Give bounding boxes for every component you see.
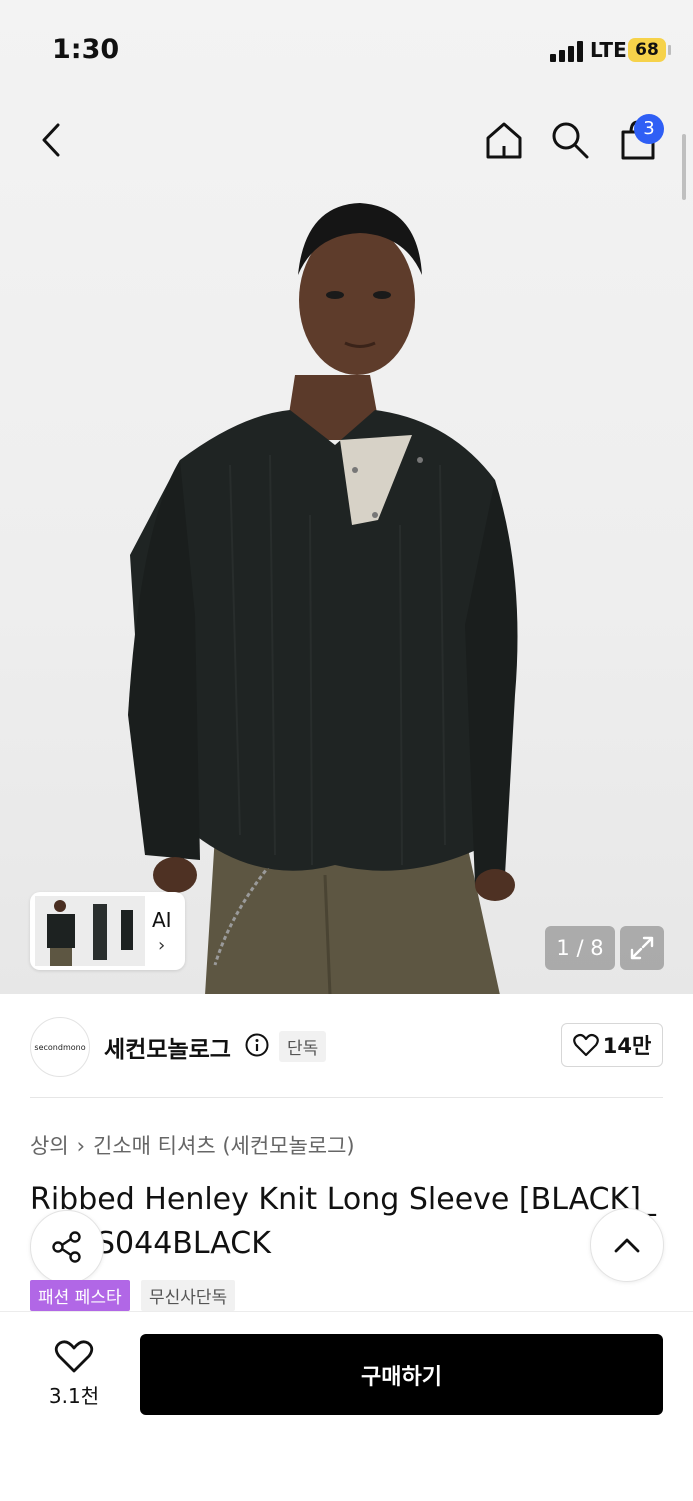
ai-styling-thumbnail[interactable]: AI › [30,892,185,970]
buy-button[interactable]: 구매하기 [140,1334,663,1415]
expand-button[interactable] [620,926,664,970]
brand-like-button[interactable]: 14만 [561,1023,663,1067]
scroll-indicator [682,134,686,200]
info-icon[interactable] [245,1033,269,1057]
breadcrumb: 상의 › 긴소매 티셔츠 (세컨모놀로그) [30,1130,355,1160]
share-button[interactable] [30,1210,104,1284]
product-title-line1: Ribbed Henley Knit Long Sleeve [BLACK]_ [30,1182,656,1217]
scroll-to-top-button[interactable] [590,1208,664,1282]
cart-count-badge: 3 [634,114,664,144]
heart-icon [572,1033,599,1057]
status-time: 1:30 [52,34,120,65]
search-button[interactable] [546,116,594,164]
network-label: LTE [590,38,627,62]
wishlist-count: 3.1천 [48,1384,100,1408]
section-divider [30,1097,663,1098]
expand-icon [630,936,654,960]
image-counter: 1 / 8 [545,926,615,970]
brand-logo-text: secondmono [34,1042,86,1052]
battery-icon: 68 [628,38,666,62]
chevron-up-icon [614,1238,640,1253]
brand-name[interactable]: 세컨모놀로그 [104,1030,231,1064]
back-button[interactable] [28,116,76,164]
product-title: Ribbed Henley Knit Long Sleeve [BLACK]_ … [30,1178,670,1266]
product-photo [128,203,518,994]
ai-preview-images [35,896,145,966]
breadcrumb-category[interactable]: 상의 [30,1134,69,1158]
heart-icon [54,1340,94,1373]
brand-like-count: 14만 [602,1034,652,1058]
signal-icon [550,40,584,62]
back-arrow-icon [42,123,60,157]
search-icon [552,122,589,159]
home-icon [486,122,522,159]
wishlist-button[interactable] [44,1340,104,1378]
fashion-festa-tag: 패션 페스타 [30,1280,130,1311]
breadcrumb-subcategory[interactable]: 긴소매 티셔츠 (세컨모놀로그) [93,1134,355,1158]
chevron-right-icon: › [158,935,166,956]
musinsa-exclusive-tag: 무신사단독 [141,1280,236,1311]
home-button[interactable] [480,116,528,164]
share-icon [52,1231,81,1263]
breadcrumb-separator-icon: › [76,1134,86,1158]
exclusive-badge: 단독 [279,1031,327,1062]
battery-tip [668,45,671,55]
product-title-line2: S044BLACK [96,1226,271,1261]
brand-logo[interactable]: secondmono [30,1017,90,1077]
ai-label: AI [152,908,172,932]
status-bar: 1:30 LTE 68 [0,0,693,100]
